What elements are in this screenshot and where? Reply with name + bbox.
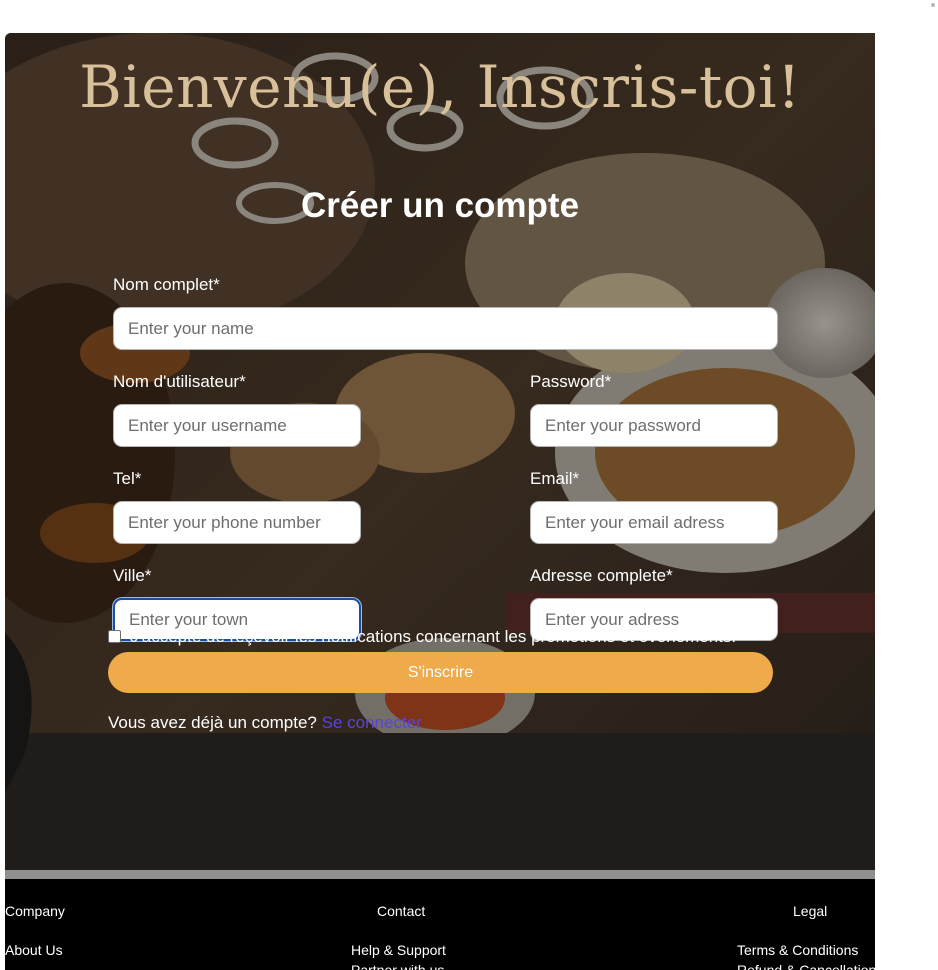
footer-link-partner[interactable]: Partner with us — [351, 962, 444, 970]
footer-heading-legal: Legal — [793, 903, 828, 919]
consent-label: J'accepte de reçevoir les notifications … — [130, 627, 737, 646]
consent-checkbox[interactable] — [108, 630, 121, 643]
form-title: Créer un compte — [300, 186, 580, 225]
full-name-label: Nom complet* — [113, 275, 220, 294]
phone-label: Tel* — [113, 469, 142, 488]
site-footer: Company About Us Contact Help & Support … — [5, 879, 875, 970]
welcome-headline: Bienvenu(e), Inscris-toi! — [79, 53, 801, 121]
footer-link-terms[interactable]: Terms & Conditions — [737, 942, 858, 958]
login-prompt-line: Vous avez déjà un compte? Se connecter — [108, 713, 422, 733]
signup-button[interactable]: S'inscrire — [108, 652, 773, 693]
footer-heading-contact: Contact — [377, 903, 426, 919]
footer-link-help-support[interactable]: Help & Support — [351, 942, 446, 958]
address-label: Adresse complete* — [530, 566, 673, 585]
login-prompt-text: Vous avez déjà un compte? — [108, 713, 317, 732]
footer-link-about-us[interactable]: About Us — [5, 942, 63, 958]
username-input[interactable] — [113, 404, 361, 447]
town-label: Ville* — [113, 566, 152, 585]
email-label: Email* — [530, 469, 580, 488]
email-input[interactable] — [530, 501, 778, 544]
login-link[interactable]: Se connecter — [322, 713, 422, 732]
password-label: Password* — [530, 372, 612, 391]
footer-link-refund[interactable]: Refund & Cancellation — [737, 962, 875, 970]
background-overlay — [5, 33, 875, 879]
password-input[interactable] — [530, 404, 778, 447]
footer-heading-company: Company — [5, 903, 65, 919]
full-name-input[interactable] — [113, 307, 778, 350]
phone-input[interactable] — [113, 501, 361, 544]
hero-divider — [5, 870, 875, 879]
username-label: Nom d'utilisateur* — [113, 372, 246, 391]
signup-hero: Bienvenu(e), Inscris-toi! — [5, 33, 875, 879]
scrollbar-indicator[interactable] — [931, 3, 935, 7]
